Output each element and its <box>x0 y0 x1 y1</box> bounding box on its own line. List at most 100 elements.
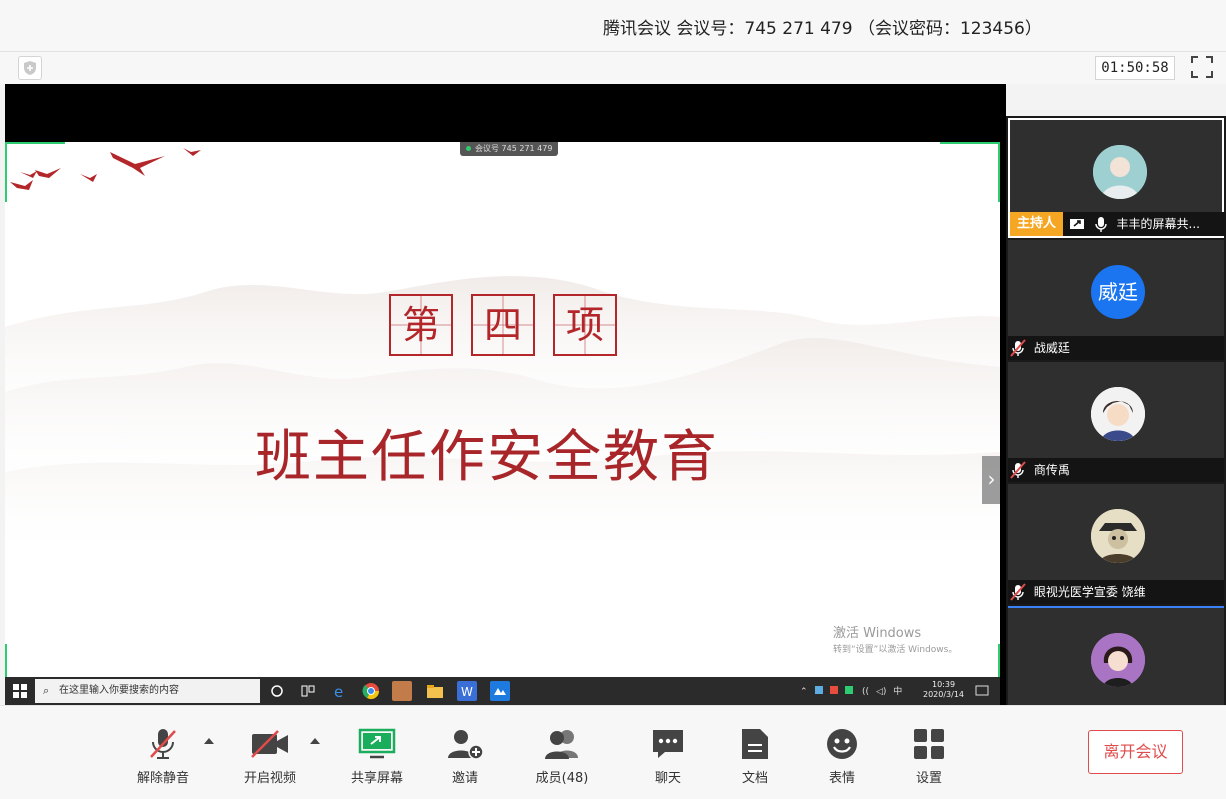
shared-screen-area: 会议号 745 271 479 第 四 项 班主任作安全教育 激活 Window… <box>5 84 1006 705</box>
chat-button[interactable]: 聊天 <box>628 724 708 786</box>
chat-label: 聊天 <box>654 771 681 786</box>
volume-icon[interactable]: ◁) <box>876 687 886 697</box>
docs-label: 文档 <box>741 771 768 786</box>
members-button[interactable]: 成员(48) <box>522 724 602 786</box>
share-frame-corner <box>5 644 65 679</box>
participant-tile[interactable] <box>1008 606 1224 706</box>
live-dot-icon <box>466 146 471 151</box>
wps-icon[interactable]: W <box>457 681 477 701</box>
slide-title: 班主任作安全教育 <box>255 425 719 490</box>
wifi-icon[interactable]: (( <box>862 687 869 697</box>
emoji-icon <box>802 724 882 764</box>
meeting-id-tag: 会议号 745 271 479 <box>460 142 559 156</box>
app-icon[interactable] <box>392 681 412 701</box>
add-user-icon <box>425 724 505 764</box>
start-video-button[interactable]: 开启视频 <box>230 724 310 786</box>
taskbar-date: 2020/3/14 <box>923 690 965 699</box>
avatar <box>1091 387 1145 441</box>
file-explorer-icon[interactable] <box>425 681 445 701</box>
taskbar-time: 10:39 <box>931 680 956 689</box>
slide-char-box: 第 <box>389 294 453 356</box>
participant-namebar: 商传禹 <box>1008 458 1224 482</box>
tencent-meeting-window: 腾讯会议 会议号：745 271 479 （会议密码：123456） 01:50… <box>0 0 1226 799</box>
activation-line2: 转到“设置”以激活 Windows。 <box>833 645 958 655</box>
chrome-icon[interactable] <box>361 681 381 701</box>
avatar <box>1091 633 1145 687</box>
windows-taskbar: ⌕ 在这里输入你要搜索的内容 e W ⌃ (( ◁) 中 10:39 2020/… <box>5 677 1000 705</box>
start-video-label: 开启视频 <box>243 771 296 786</box>
chat-icon <box>628 724 708 764</box>
search-icon: ⌕ <box>43 684 50 697</box>
slide-section-boxes: 第 四 项 <box>389 294 617 356</box>
reactions-button[interactable]: 表情 <box>802 724 882 786</box>
ime-indicator[interactable]: 中 <box>893 687 902 697</box>
edge-icon[interactable]: e <box>330 681 350 701</box>
invite-label: 邀请 <box>451 771 478 786</box>
share-frame-corner <box>940 142 1000 202</box>
microphone-muted-icon <box>123 724 203 764</box>
svg-text:W: W <box>461 685 473 699</box>
title-bar: 腾讯会议 会议号：745 271 479 （会议密码：123456） <box>0 0 1226 52</box>
taskbar-search-placeholder: 在这里输入你要搜索的内容 <box>59 685 179 696</box>
settings-label: 设置 <box>915 771 942 786</box>
fullscreen-icon[interactable] <box>1190 55 1214 79</box>
tray-app-icon[interactable] <box>815 686 824 694</box>
tray-app-icon[interactable] <box>845 686 854 694</box>
meeting-toolbar: 解除静音 开启视频 共享屏幕 邀请 成员(48) 聊天 文档 表情 设置 离开会… <box>0 705 1226 799</box>
audio-options-chevron-icon[interactable] <box>204 738 214 744</box>
participant-tile[interactable]: 主持人 丰丰的屏幕共... <box>1008 118 1226 238</box>
task-view-icon[interactable] <box>298 681 318 701</box>
document-icon <box>715 724 795 764</box>
participant-namebar: 主持人 丰丰的屏幕共... <box>1010 212 1226 236</box>
window-title: 腾讯会议 会议号：745 271 479 （会议密码：123456） <box>603 19 1042 39</box>
system-tray: ⌃ (( ◁) 中 <box>800 684 902 697</box>
microphone-muted-icon <box>1008 336 1028 360</box>
taskbar-search-box[interactable]: ⌕ 在这里输入你要搜索的内容 <box>35 679 260 703</box>
microphone-icon <box>1091 212 1111 236</box>
participant-tile[interactable]: 眼视光医学宣委 饶维 <box>1008 484 1224 604</box>
slide-char-box: 项 <box>553 294 617 356</box>
tencent-meeting-taskbar-icon[interactable] <box>490 681 510 701</box>
docs-button[interactable]: 文档 <box>715 724 795 786</box>
invite-button[interactable]: 邀请 <box>425 724 505 786</box>
windows-activation-watermark: 激活 Windows 转到“设置”以激活 Windows。 <box>833 622 957 655</box>
settings-button[interactable]: 设置 <box>889 724 969 786</box>
participant-tile[interactable]: 商传禹 <box>1008 362 1224 482</box>
reactions-label: 表情 <box>828 771 855 786</box>
host-badge: 主持人 <box>1010 212 1064 236</box>
activation-line1: 激活 Windows <box>833 626 922 641</box>
security-shield-icon[interactable] <box>18 56 42 80</box>
taskbar-clock[interactable]: 10:39 2020/3/14 <box>923 680 964 700</box>
avatar <box>1091 509 1145 563</box>
participant-name: 战威廷 <box>1033 341 1070 355</box>
members-icon <box>522 724 602 764</box>
share-screen-label: 共享屏幕 <box>350 771 403 786</box>
camera-off-icon <box>230 724 310 764</box>
unmute-button[interactable]: 解除静音 <box>123 724 203 786</box>
video-options-chevron-icon[interactable] <box>310 738 320 744</box>
participant-name: 丰丰的屏幕共... <box>1116 217 1200 231</box>
tray-up-icon[interactable]: ⌃ <box>800 687 808 697</box>
tray-app-icon[interactable] <box>830 686 839 694</box>
participant-tile[interactable]: 威廷 战威廷 <box>1008 240 1224 360</box>
microphone-muted-icon <box>1008 458 1028 482</box>
share-screen-button[interactable]: 共享屏幕 <box>337 724 417 786</box>
participant-name: 商传禹 <box>1033 463 1070 477</box>
meeting-id-tag-text: 会议号 745 271 479 <box>475 144 553 153</box>
members-label: 成员(48) <box>535 771 589 786</box>
settings-grid-icon <box>889 724 969 764</box>
info-bar: 01:50:58 <box>0 52 1226 84</box>
screen-share-icon <box>1067 212 1087 236</box>
notification-icon[interactable] <box>975 683 989 697</box>
microphone-muted-icon <box>1008 580 1028 604</box>
leave-meeting-button[interactable]: 离开会议 <box>1088 730 1183 774</box>
participant-namebar: 战威廷 <box>1008 336 1224 360</box>
slide-char-box: 四 <box>471 294 535 356</box>
next-page-arrow-icon[interactable]: › <box>982 456 1000 504</box>
cortana-icon[interactable] <box>267 681 287 701</box>
unmute-label: 解除静音 <box>136 771 189 786</box>
participant-list: 主持人 丰丰的屏幕共... 威廷 战威廷 商传禹 眼视光医学宣委 饶维 <box>1006 116 1226 706</box>
windows-start-icon[interactable] <box>13 684 27 698</box>
share-screen-icon <box>337 724 417 764</box>
svg-text:e: e <box>334 683 343 701</box>
